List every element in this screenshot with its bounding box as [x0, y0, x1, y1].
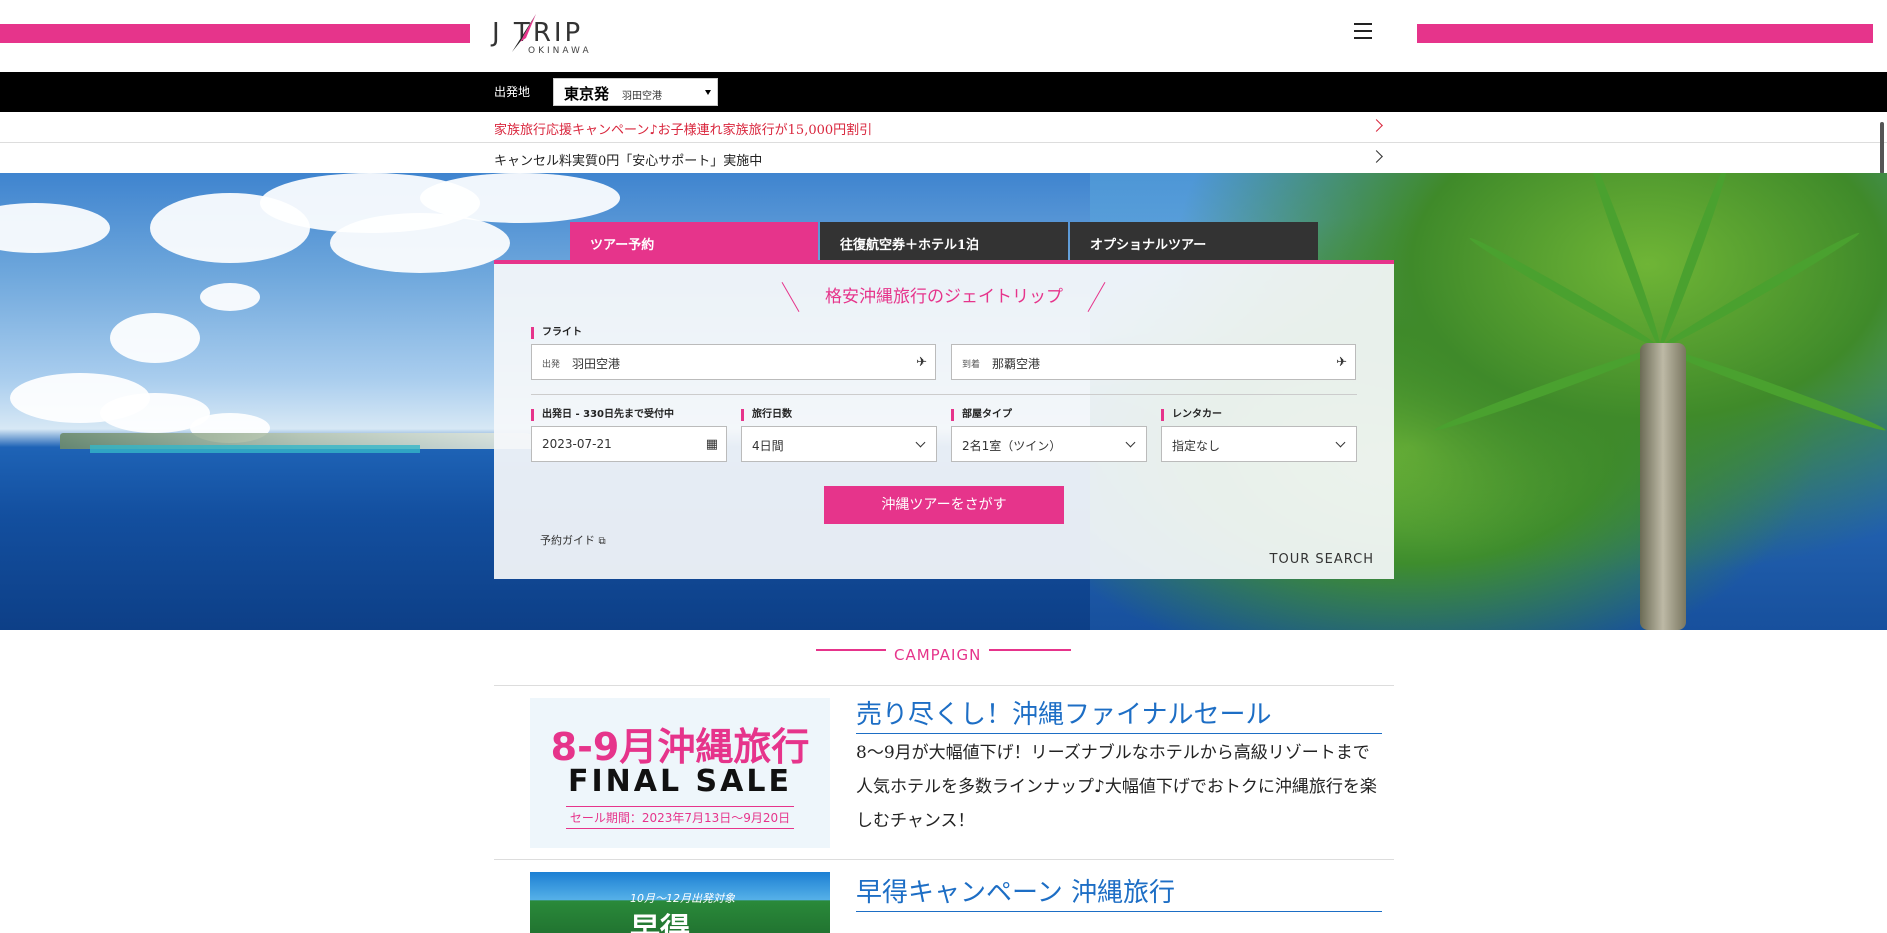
- chevron-right-icon: [1370, 150, 1383, 163]
- departure-airport: 羽田空港: [622, 91, 662, 102]
- field-value: 羽田空港: [572, 357, 621, 371]
- departure-select[interactable]: 東京発 羽田空港: [553, 78, 718, 106]
- header-left-accent-bar: [0, 24, 470, 43]
- room-type-select[interactable]: 2名1室（ツイン）: [951, 426, 1147, 462]
- tab-tour-booking[interactable]: ツアー予約: [570, 222, 818, 260]
- campaign-heading: CAMPAIGN: [886, 646, 990, 664]
- chevron-down-icon: [1125, 437, 1136, 448]
- search-form: 格安沖縄旅行のジェイトリップ フライト 出発 羽田空港 ✈ 到着 那覇空港 ✈ …: [494, 260, 1394, 579]
- field-value: 2名1室（ツイン）: [962, 439, 1062, 453]
- notice-text: キャンセル料実質0円「安心サポート」実施中: [494, 154, 763, 169]
- site-logo[interactable]: J TRIP OKINAWA: [492, 10, 612, 60]
- rentacar-label: レンタカー: [1161, 409, 1222, 421]
- field-prefix: 到着: [962, 360, 981, 370]
- campaign-title[interactable]: 売り尽くし！沖縄ファイナルセール: [856, 694, 1382, 734]
- banner-subheadline: 早得: [630, 912, 690, 933]
- notice-text: 家族旅行応援キャンペーン♪お子様連れ家族旅行が15,000円割引: [494, 123, 873, 138]
- plane-takeoff-icon: ✈: [916, 355, 927, 370]
- field-value: 2023-07-21: [542, 437, 612, 451]
- guide-label: 予約ガイド: [540, 534, 595, 547]
- departure-date-input[interactable]: 2023-07-21 ▦: [531, 426, 727, 462]
- external-link-icon: ⧉: [598, 536, 606, 547]
- campaign-title[interactable]: 早得キャンペーン 沖縄旅行: [856, 872, 1382, 912]
- tour-search-label: TOUR SEARCH: [1269, 552, 1374, 567]
- search-button[interactable]: 沖縄ツアーをさがす: [824, 486, 1064, 524]
- banner-subheadline: FINAL SALE: [568, 764, 792, 799]
- field-value: 那覇空港: [992, 357, 1041, 371]
- banner-headline: 8-9月沖縄旅行: [550, 725, 810, 769]
- tour-search-panel: ツアー予約 往復航空券＋ホテル1泊 オプショナルツアー 格安沖縄旅行のジェイトリ…: [494, 222, 1394, 579]
- site-header: J TRIP OKINAWA: [0, 0, 1887, 72]
- field-value: 指定なし: [1172, 439, 1221, 453]
- chevron-right-icon: [1370, 119, 1383, 132]
- tab-flight-hotel[interactable]: 往復航空券＋ホテル1泊: [820, 222, 1068, 260]
- header-right-accent-bar: [1417, 24, 1873, 43]
- campaign-banner-early-bird[interactable]: 10月〜12月出発対象 早得: [530, 872, 830, 933]
- date-label: 出発日 - 330日先まで受付中: [531, 409, 674, 421]
- chevron-down-icon: [1335, 437, 1346, 448]
- campaign-item: 8-9月沖縄旅行 FINAL SALE セール期間：2023年7月13日～9月2…: [494, 685, 1394, 860]
- booking-guide-link[interactable]: 予約ガイド ⧉: [540, 532, 606, 548]
- banner-period: セール期間：2023年7月13日～9月20日: [566, 806, 794, 829]
- days-label: 旅行日数: [741, 409, 792, 421]
- campaign-description: 8〜9月が大幅値下げ！リーズナブルなホテルから高級リゾートまで人気ホテルを多数ラ…: [856, 743, 1377, 831]
- departure-city: 東京発: [564, 85, 610, 103]
- flight-label: フライト: [531, 327, 582, 339]
- arrival-airport-field[interactable]: 到着 那覇空港 ✈: [951, 344, 1356, 380]
- dropdown-arrow-icon: [705, 90, 711, 95]
- search-title: 格安沖縄旅行のジェイトリップ: [825, 287, 1063, 307]
- scrollbar-thumb[interactable]: [1880, 122, 1884, 174]
- room-label: 部屋タイプ: [951, 409, 1012, 421]
- trip-days-select[interactable]: 4日間: [741, 426, 937, 462]
- field-value: 4日間: [752, 439, 784, 453]
- form-divider: [531, 394, 1357, 395]
- rentacar-select[interactable]: 指定なし: [1161, 426, 1357, 462]
- logo-subtext: OKINAWA: [528, 46, 592, 56]
- notice-family-campaign[interactable]: 家族旅行応援キャンペーン♪お子様連れ家族旅行が15,000円割引: [0, 112, 1887, 143]
- campaign-section: CAMPAIGN 8-9月沖縄旅行 FINAL SALE セール期間：2023年…: [0, 630, 1887, 933]
- hamburger-menu-icon[interactable]: [1354, 23, 1372, 39]
- departure-airport-field[interactable]: 出発 羽田空港 ✈: [531, 344, 936, 380]
- notice-cancel-support[interactable]: キャンセル料実質0円「安心サポート」実施中: [0, 143, 1887, 174]
- tab-optional-tour[interactable]: オプショナルツアー: [1070, 222, 1318, 260]
- plane-landing-icon: ✈: [1336, 355, 1347, 370]
- chevron-down-icon: [915, 437, 926, 448]
- field-prefix: 出発: [542, 360, 561, 370]
- departure-bar: 出発地 東京発 羽田空港: [0, 72, 1887, 112]
- campaign-banner-final-sale[interactable]: 8-9月沖縄旅行 FINAL SALE セール期間：2023年7月13日～9月2…: [530, 698, 830, 848]
- campaign-item: 10月〜12月出発対象 早得 早得キャンペーン 沖縄旅行: [494, 859, 1394, 933]
- calendar-icon: ▦: [705, 437, 718, 452]
- departure-label: 出発地: [494, 85, 531, 99]
